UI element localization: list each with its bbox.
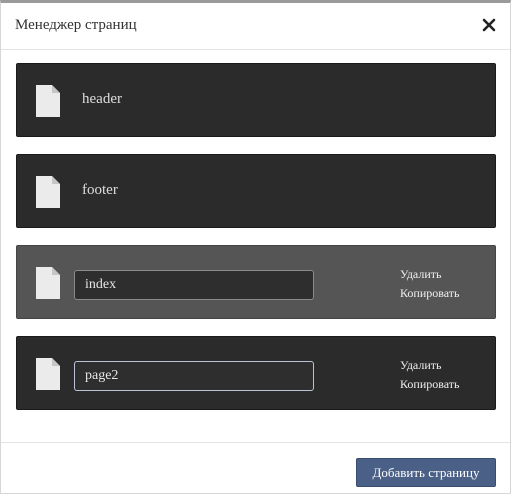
copy-page-link[interactable]: Копировать bbox=[400, 375, 460, 394]
file-icon bbox=[36, 85, 60, 117]
page-name-input[interactable] bbox=[74, 270, 314, 300]
page-row-header[interactable]: header bbox=[16, 63, 496, 137]
dialog-title: Менеджер страниц bbox=[15, 17, 137, 33]
row-actions: Удалить Копировать bbox=[400, 356, 460, 394]
page-row-index[interactable]: Удалить Копировать bbox=[16, 245, 496, 319]
file-icon bbox=[36, 267, 60, 299]
page-name-input[interactable] bbox=[74, 361, 314, 391]
file-icon bbox=[36, 358, 60, 390]
row-actions: Удалить Копировать bbox=[400, 265, 460, 303]
delete-page-link[interactable]: Удалить bbox=[400, 265, 460, 284]
dialog-header: Менеджер страниц bbox=[1, 3, 510, 50]
page-name: footer bbox=[82, 182, 118, 198]
copy-page-link[interactable]: Копировать bbox=[400, 284, 460, 303]
dialog-footer: Добавить страницу bbox=[1, 442, 510, 493]
delete-page-link[interactable]: Удалить bbox=[400, 356, 460, 375]
page-name: header bbox=[82, 91, 122, 107]
file-icon bbox=[36, 176, 60, 208]
page-list: header footer Удалить Копировать bbox=[16, 63, 496, 427]
page-manager-dialog: Менеджер страниц header footer index Уда… bbox=[0, 0, 511, 494]
close-icon[interactable] bbox=[482, 18, 496, 32]
page-row-footer[interactable]: footer bbox=[16, 154, 496, 228]
page-row-page2[interactable]: Удалить Копировать bbox=[16, 336, 496, 410]
add-page-button[interactable]: Добавить страницу bbox=[356, 458, 496, 487]
